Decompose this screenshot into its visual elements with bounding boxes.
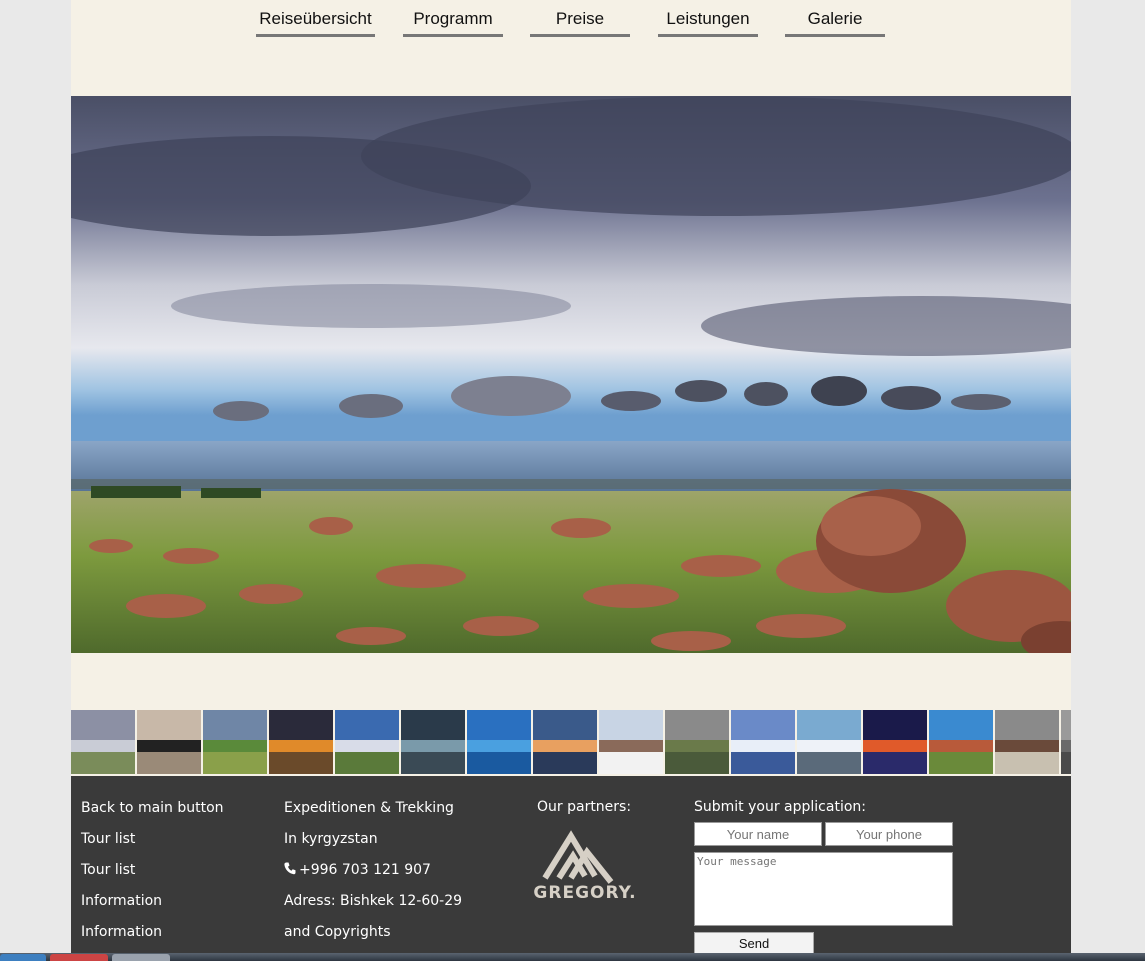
gregory-logo[interactable]: GREGORY. bbox=[523, 826, 647, 903]
message-field[interactable] bbox=[694, 852, 953, 926]
top-nav: Reiseübersicht Programm Preise Leistunge… bbox=[71, 0, 1071, 40]
phone-icon bbox=[284, 862, 296, 875]
phone-field[interactable] bbox=[825, 822, 953, 846]
partner-logo-text: GREGORY. bbox=[533, 883, 636, 902]
footer: Back to main button Tour list Tour list … bbox=[71, 776, 1071, 961]
page-container: Reiseübersicht Programm Preise Leistunge… bbox=[71, 0, 1071, 961]
taskbar-app-button[interactable] bbox=[50, 954, 108, 961]
gallery-thumbnail[interactable] bbox=[203, 710, 267, 774]
send-button[interactable]: Send bbox=[694, 932, 814, 954]
nav-item-galerie[interactable]: Galerie bbox=[785, 8, 885, 37]
name-field[interactable] bbox=[694, 822, 822, 846]
os-taskbar bbox=[0, 953, 1145, 961]
taskbar-start-button[interactable] bbox=[0, 954, 46, 961]
contact-line: In kyrgyzstan bbox=[284, 831, 378, 847]
contact-phone: +996 703 121 907 bbox=[284, 861, 462, 892]
gallery-thumbnail[interactable] bbox=[665, 710, 729, 774]
gallery-thumbnail[interactable] bbox=[995, 710, 1059, 774]
footer-contact: Expeditionen & Trekking In kyrgyzstan +9… bbox=[284, 799, 462, 954]
contact-line: Expeditionen & Trekking bbox=[284, 800, 454, 816]
gallery-thumbnail[interactable] bbox=[599, 710, 663, 774]
hero-image bbox=[71, 96, 1071, 653]
contact-copyright: and Copyrights bbox=[284, 924, 391, 940]
nav-item-leistungen[interactable]: Leistungen bbox=[658, 8, 758, 37]
form-title: Submit your application: bbox=[694, 799, 866, 815]
gallery-thumbnail-strip bbox=[71, 709, 1071, 775]
gallery-thumbnail[interactable] bbox=[269, 710, 333, 774]
footer-link-information[interactable]: Information bbox=[81, 923, 224, 954]
gallery-thumbnail[interactable] bbox=[401, 710, 465, 774]
gallery-thumbnail[interactable] bbox=[731, 710, 795, 774]
gallery-thumbnail[interactable] bbox=[335, 710, 399, 774]
taskbar-app-button[interactable] bbox=[112, 954, 170, 961]
gallery-thumbnail[interactable] bbox=[71, 710, 135, 774]
footer-link-information[interactable]: Information bbox=[81, 892, 224, 923]
contact-address: Adress: Bishkek 12-60-29 bbox=[284, 893, 463, 909]
footer-link-tour-list[interactable]: Tour list bbox=[81, 830, 224, 861]
gallery-thumbnail[interactable] bbox=[137, 710, 201, 774]
footer-link-tour-list[interactable]: Tour list bbox=[81, 861, 224, 892]
gallery-thumbnail[interactable] bbox=[929, 710, 993, 774]
footer-link-back-to-main[interactable]: Back to main button bbox=[81, 799, 224, 830]
footer-links: Back to main button Tour list Tour list … bbox=[81, 799, 224, 954]
gallery-thumbnail[interactable] bbox=[533, 710, 597, 774]
phone-number: +996 703 121 907 bbox=[299, 862, 431, 878]
gallery-thumbnail[interactable] bbox=[863, 710, 927, 774]
gallery-thumbnail[interactable] bbox=[1061, 710, 1071, 774]
nav-item-preise[interactable]: Preise bbox=[530, 8, 630, 37]
nav-item-programm[interactable]: Programm bbox=[403, 8, 503, 37]
partners-title: Our partners: bbox=[537, 799, 632, 815]
gallery-thumbnail[interactable] bbox=[797, 710, 861, 774]
gallery-thumbnail[interactable] bbox=[467, 710, 531, 774]
nav-item-reiseuebersicht[interactable]: Reiseübersicht bbox=[256, 8, 375, 37]
